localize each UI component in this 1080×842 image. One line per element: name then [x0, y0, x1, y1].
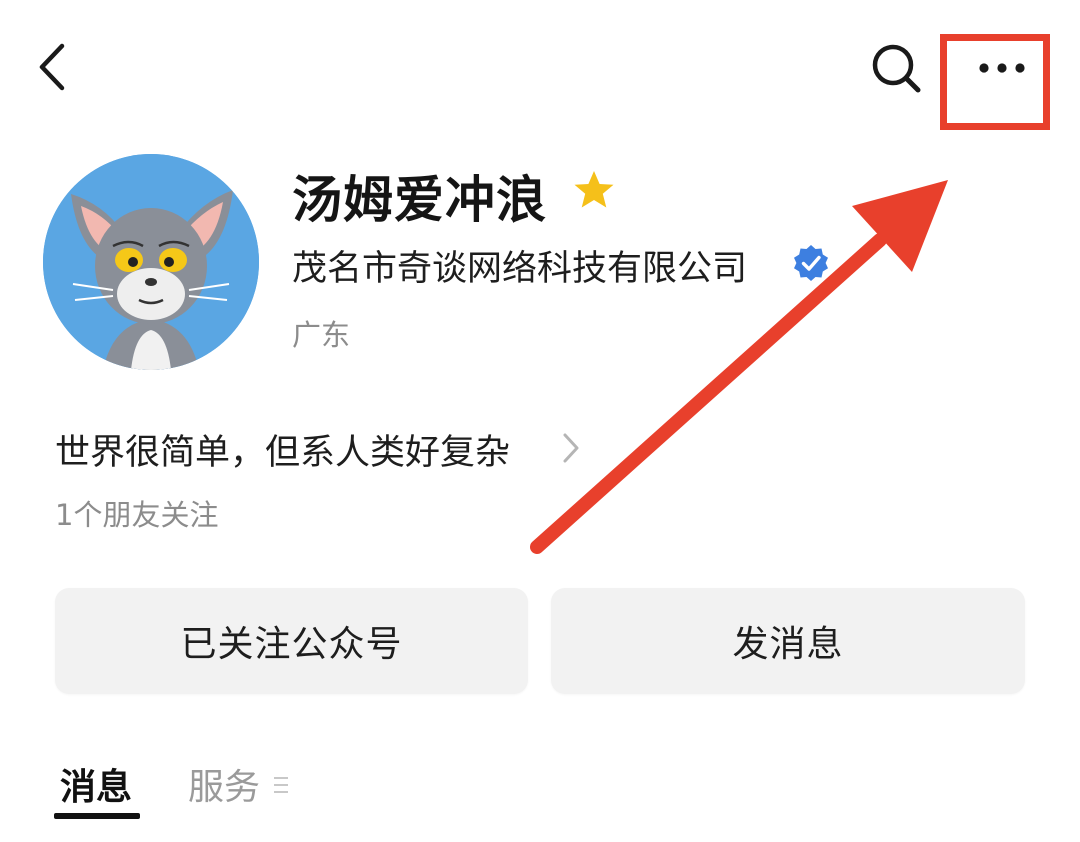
tab-messages[interactable]: 消息: [60, 758, 132, 810]
search-icon: [872, 44, 921, 93]
search-button[interactable]: [866, 40, 926, 96]
avatar-image: [43, 154, 259, 370]
verified-badge-icon: [791, 243, 831, 283]
more-button[interactable]: [944, 36, 1056, 134]
region-label: 广东: [292, 318, 351, 352]
account-name: 汤姆爱冲浪: [292, 171, 547, 229]
chevron-right-icon[interactable]: [560, 430, 582, 466]
company-name[interactable]: 茂名市奇谈网络科技有限公司: [292, 240, 747, 291]
avatar[interactable]: [43, 154, 259, 370]
menu-lines-icon[interactable]: [272, 772, 290, 798]
chevron-left-icon: [39, 43, 65, 91]
followed-account-button[interactable]: 已关注公众号: [55, 588, 528, 694]
more-horizontal-icon: [979, 63, 1025, 73]
annotation-arrow: [530, 180, 948, 554]
bio-text[interactable]: 世界很简单，但系人类好复杂: [55, 424, 510, 475]
friends-following-count[interactable]: 1个朋友关注: [55, 492, 218, 534]
tab-services[interactable]: 服务: [188, 758, 260, 810]
active-tab-indicator: [54, 813, 140, 819]
star-icon: [572, 168, 616, 212]
send-message-button[interactable]: 发消息: [551, 588, 1025, 694]
back-button[interactable]: [30, 40, 80, 96]
